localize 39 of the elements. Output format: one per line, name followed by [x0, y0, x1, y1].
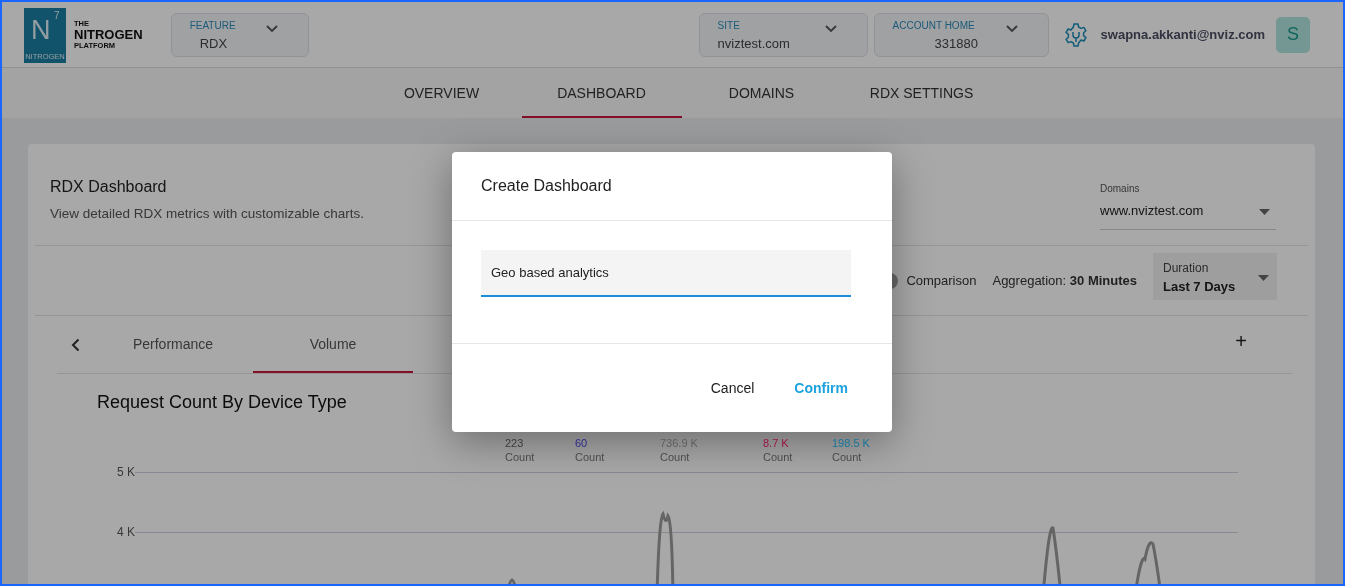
legend-value: 223 [505, 437, 524, 449]
duration-dropdown[interactable]: Duration Last 7 Days [1153, 253, 1277, 300]
user-email: swapna.akkanti@nviz.com [1100, 27, 1265, 42]
comparison-label: Comparison [906, 273, 977, 288]
nav-tab[interactable]: RDX SETTINGS [841, 68, 1002, 118]
legend-label: Count [763, 451, 793, 463]
nav-tab[interactable]: DOMAINS [681, 68, 842, 118]
chevron-down-icon [265, 24, 278, 33]
cancel-button[interactable]: Cancel [696, 372, 769, 404]
legend-value: 60 [575, 437, 588, 449]
chart-title: Request Count By Device Type [97, 392, 348, 413]
logo-text: NITROGEN [74, 28, 143, 41]
settings-icon[interactable] [1062, 21, 1089, 48]
aggregation-text: Aggregation: 30 Minutes [992, 273, 1137, 288]
chevron-down-icon [824, 24, 837, 33]
axis-tick-label: 4 K [116, 525, 135, 539]
legend-label: Count [505, 451, 535, 463]
dashboard-name-field[interactable]: Geo based analytics [481, 250, 851, 297]
domains-dropdown[interactable]: Domains www.nviztest.com [1100, 183, 1276, 230]
nav-tab[interactable]: DASHBOARD [521, 68, 682, 118]
caret-down-icon [1258, 275, 1269, 281]
feature-dropdown[interactable]: FEATURE RDX [170, 12, 309, 57]
chart-tab[interactable]: Volume [253, 316, 413, 373]
legend-label: Count [575, 451, 605, 463]
axis-tick-label: 5 K [116, 465, 135, 479]
legend-value: 8.7 K [763, 437, 789, 449]
caret-down-icon [1259, 209, 1270, 215]
chart-tab[interactable]: Performance [93, 316, 253, 373]
dashboard-title: RDX Dashboard [50, 178, 168, 196]
nav-tab[interactable]: OVERVIEW [361, 68, 522, 118]
site-dropdown[interactable]: SITE nviztest.com [698, 12, 868, 57]
chevron-down-icon [1005, 24, 1018, 33]
account-dropdown[interactable]: ACCOUNT HOME 331880 [873, 12, 1049, 57]
dialog-title: Create Dashboard [452, 152, 892, 221]
legend-label: Count [660, 451, 690, 463]
legend-label: Count [832, 451, 862, 463]
dashboard-description: View detailed RDX metrics with customizable charts. [50, 206, 365, 221]
legend-value: 198.5 K [832, 437, 870, 449]
add-tab-button[interactable]: + [1235, 316, 1247, 373]
